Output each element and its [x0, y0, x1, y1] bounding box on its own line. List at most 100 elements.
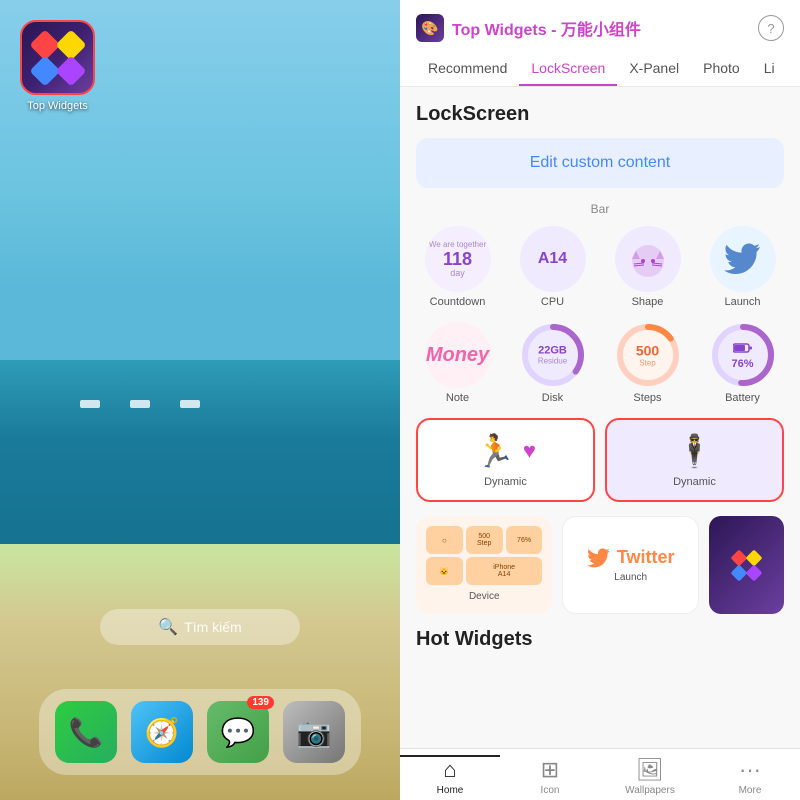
disk-main-text: 22GB [538, 345, 567, 357]
hot-widgets-title: Hot Widgets [416, 628, 784, 651]
widget-grid-row2: Money Note 22GB Residue Disk [416, 322, 784, 404]
bottom-nav-more[interactable]: ··· More [700, 757, 800, 796]
gem-red [29, 29, 60, 60]
disk-circle-container: 22GB Residue [520, 322, 586, 388]
gem-yellow [55, 29, 86, 60]
top-widgets-app-icon[interactable] [20, 20, 95, 95]
battery-widget[interactable]: 76% Battery [701, 322, 784, 404]
steps-center: 500 Step [636, 343, 659, 368]
nav-tabs: Recommend LockScreen X-Panel Photo Li [416, 52, 784, 86]
note-circle: Money [425, 322, 491, 388]
safari-emoji: 🧭 [145, 716, 180, 749]
device-mini-3: 76% [506, 526, 543, 554]
steps-sub-text: Step [636, 359, 659, 368]
countdown-days: 118 [443, 250, 472, 268]
money-text: Money [426, 344, 489, 367]
device-mini-1: ○ [426, 526, 463, 554]
steps-widget[interactable]: 500 Step Steps [606, 322, 689, 404]
app-title-row: 🎨 Top Widgets - 万能小组件 [416, 14, 641, 42]
min-gem-y [745, 549, 762, 566]
battery-circle-container: 76% [710, 322, 776, 388]
search-bar-text: Tìm kiếm [184, 619, 242, 635]
search-icon: 🔍 [158, 617, 178, 637]
disk-center: 22GB Residue [538, 345, 567, 366]
launch-tile-label: Launch [614, 572, 647, 583]
note-widget[interactable]: Money Note [416, 322, 499, 404]
edit-custom-content-button[interactable]: Edit custom content [416, 138, 784, 188]
disk-widget[interactable]: 22GB Residue Disk [511, 322, 594, 404]
tab-li[interactable]: Li [752, 52, 784, 86]
help-icon[interactable]: ? [758, 15, 784, 41]
messages-badge: 139 [247, 696, 274, 709]
twitter-launch-inner: Twitter [587, 547, 675, 568]
bottom-nav-home[interactable]: ⌂ Home [400, 755, 500, 796]
twitter-label: Twitter [617, 547, 675, 568]
dynamic-tile-2[interactable]: 🕴 Dynamic [605, 418, 784, 502]
home-label: Home [437, 785, 464, 796]
cpu-text: A14 [538, 250, 567, 268]
search-bar[interactable]: 🔍 Tìm kiếm [100, 609, 300, 645]
min-tile[interactable] [709, 516, 784, 614]
wallpapers-icon: 🖼 [636, 757, 664, 783]
shape-widget[interactable]: Shape [606, 226, 689, 308]
device-mini-grid: ○ 500Step 76% 🐱 iPhoneA14 [426, 526, 542, 585]
bar-label: Bar [416, 202, 784, 216]
countdown-label: Countdown [430, 296, 486, 308]
more-icon: ··· [739, 757, 761, 783]
dynamic-label-2: Dynamic [673, 476, 716, 488]
steps-label: Steps [633, 392, 661, 404]
launch-widget[interactable]: Launch [701, 226, 784, 308]
dock-camera-icon[interactable]: 📷 [283, 701, 345, 763]
twitter-bird-svg [724, 243, 762, 275]
launch-label: Launch [724, 296, 760, 308]
tab-recommend[interactable]: Recommend [416, 52, 519, 86]
min-gems [728, 547, 765, 584]
dynamic-grid: 🏃 ♥ Dynamic 🕴 Dynamic [416, 418, 784, 502]
tab-xpanel[interactable]: X-Panel [617, 52, 691, 86]
phone-emoji: 📞 [69, 716, 104, 749]
home-icon: ⌂ [443, 757, 456, 783]
cat-face-svg [626, 237, 670, 281]
device-mini-2: 500Step [466, 526, 503, 554]
camera-emoji: 📷 [297, 716, 332, 749]
min-gem-p [745, 564, 762, 581]
app-icon-container[interactable]: Top Widgets [20, 20, 95, 112]
bottom-nav-icon[interactable]: ⊞ Icon [500, 757, 600, 796]
cpu-widget[interactable]: A14 CPU [511, 226, 594, 308]
disk-label: Disk [542, 392, 563, 404]
tab-photo[interactable]: Photo [691, 52, 752, 86]
dynamic-tile-2-inner: 🕴 [619, 432, 770, 470]
dock: 📞 🧭 💬 139 📷 [39, 689, 361, 775]
countdown-widget[interactable]: We are together 118 day Countdown [416, 226, 499, 308]
dock-safari-icon[interactable]: 🧭 [131, 701, 193, 763]
wallpapers-label: Wallpapers [625, 785, 675, 796]
boat-2 [130, 400, 150, 408]
bottom-nav-wallpapers[interactable]: 🖼 Wallpapers [600, 757, 700, 796]
messages-emoji: 💬 [221, 716, 256, 749]
left-panel: Top Widgets 🔍 Tìm kiếm 📞 🧭 💬 139 📷 [0, 0, 400, 800]
dock-messages-icon[interactable]: 💬 139 [207, 701, 269, 763]
stick-figure-icon-1: 🏃 [475, 432, 515, 470]
dock-phone-icon[interactable]: 📞 [55, 701, 117, 763]
widget-grid-row1: We are together 118 day Countdown A14 CP… [416, 226, 784, 308]
app-logo-icon: 🎨 [416, 14, 444, 42]
app-icon-gems [26, 26, 90, 90]
lockscreen-title: LockScreen [416, 103, 784, 126]
heart-icon-1: ♥ [523, 438, 536, 464]
device-tile[interactable]: ○ 500Step 76% 🐱 iPhoneA14 Device [416, 516, 552, 614]
app-title: Top Widgets - 万能小组件 [452, 16, 641, 40]
cpu-circle: A14 [520, 226, 586, 292]
gem-blue [29, 55, 60, 86]
twitter-launch-svg [587, 548, 611, 568]
dynamic-tile-1[interactable]: 🏃 ♥ Dynamic [416, 418, 595, 502]
battery-center: 76% [731, 340, 753, 370]
countdown-day-label: day [450, 268, 465, 278]
dynamic-tile-1-inner: 🏃 ♥ [430, 432, 581, 470]
tab-lockscreen[interactable]: LockScreen [519, 52, 617, 86]
stick-figure-icon-2: 🕴 [675, 432, 715, 470]
boats [80, 400, 200, 408]
cpu-label: CPU [541, 296, 564, 308]
bottom-nav: ⌂ Home ⊞ Icon 🖼 Wallpapers ··· More [400, 748, 800, 800]
content-area: LockScreen Edit custom content Bar We ar… [400, 87, 800, 748]
launch-tile[interactable]: Twitter Launch [562, 516, 698, 614]
